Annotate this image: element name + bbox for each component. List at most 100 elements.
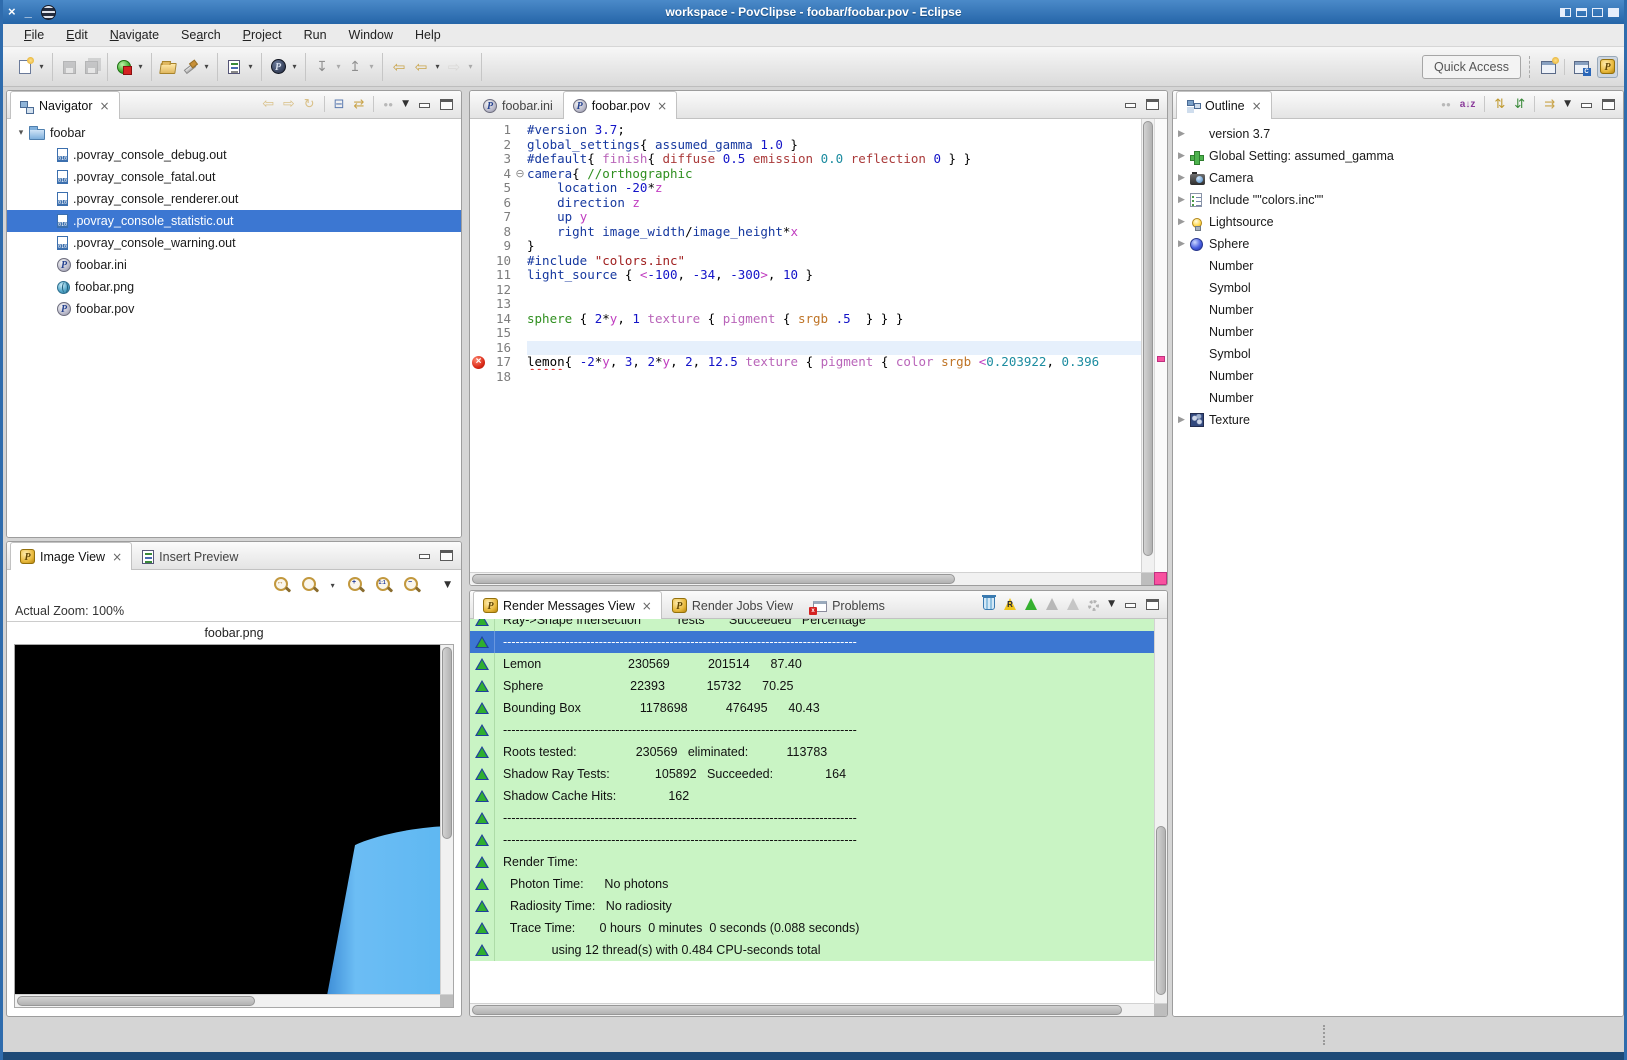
close-tab-icon[interactable]: × [642,599,652,613]
forward-nav-icon[interactable]: ⇨ [283,96,295,112]
minimize-view-icon[interactable] [418,99,431,110]
tab-image-view[interactable]: Image View × [10,542,132,570]
tree-item-.povray-console-debug.out[interactable]: .povray_console_debug.out [7,144,461,166]
tab-render-jobs[interactable]: Render Jobs View [662,592,803,618]
menu-navigate[interactable]: Navigate [101,26,168,44]
minimize-view-icon[interactable] [418,550,431,561]
back-button[interactable]: ⇦ [411,56,431,78]
code-line-11[interactable]: 11light_source { <-100, -34, -300>, 10 } [470,268,1141,283]
outline-item-number[interactable]: Number [1173,365,1623,387]
render-dropdown-icon[interactable]: ▾ [136,62,145,71]
open-file-button[interactable] [158,56,178,78]
open-perspective-button[interactable] [1538,56,1558,78]
code-line-16[interactable]: 16 [470,341,1141,356]
tab-insert-preview[interactable]: Insert Preview [132,543,248,569]
maximize-view-icon[interactable] [1602,99,1615,110]
tab-foobar-ini[interactable]: foobar.ini [473,92,563,118]
link-with-editor-icon[interactable]: ⇄ [354,97,365,112]
minimize-view-icon[interactable] [1580,99,1593,110]
image-horizontal-scrollbar[interactable] [15,994,440,1007]
window-minimize-button[interactable]: _ [25,0,32,24]
code-line-15[interactable]: 15 [470,326,1141,341]
export-button[interactable]: ↥ [345,56,365,78]
outline-item-texture[interactable]: ▶Texture [1173,409,1623,431]
povclipse-dropdown-icon[interactable]: ▾ [290,62,299,71]
menu-window[interactable]: Window [340,26,402,44]
forward-button[interactable]: ⇨ [444,56,464,78]
message-row[interactable]: ----------------------------------------… [470,631,1154,653]
outline-item-number[interactable]: Number [1173,299,1623,321]
outline-item-global-setting-assumed-gamma[interactable]: ▶Global Setting: assumed_gamma [1173,145,1623,167]
menu-project[interactable]: Project [234,26,291,44]
code-line-17[interactable]: 17lemon{ -2*y, 3, 2*y, 2, 12.5 texture {… [470,355,1141,370]
zoom-out-button[interactable]: − [402,576,421,594]
tree-item-foobar.ini[interactable]: foobar.ini [7,254,461,276]
editor-horizontal-scrollbar[interactable] [470,572,1141,585]
menu-search[interactable]: Search [172,26,230,44]
outline-item-number[interactable]: Number [1173,321,1623,343]
expand-arrow-icon[interactable]: ▶ [1173,151,1190,161]
close-tab-icon[interactable]: × [100,99,110,113]
message-row[interactable]: ----------------------------------------… [470,829,1154,851]
message-row[interactable]: Roots tested: 230569 eliminated: 113783 [470,741,1154,763]
outline-item-number[interactable]: Number [1173,255,1623,277]
code-line-4[interactable]: 4⊖camera{ //orthographic [470,167,1141,182]
message-row[interactable]: Radiosity Time: No radiosity [470,895,1154,917]
povclipse-perspective-button[interactable] [1597,56,1618,78]
code-line-14[interactable]: 14sphere { 2*y, 1 texture { pigment { sr… [470,312,1141,327]
message-row[interactable]: Render Time: [470,851,1154,873]
scrollbar-thumb[interactable] [1143,121,1153,556]
close-tab-icon[interactable]: × [657,99,667,113]
import-button[interactable]: ↧ [312,56,332,78]
message-row[interactable]: Shadow Cache Hits: 162 [470,785,1154,807]
export-dropdown-icon[interactable]: ▾ [367,62,376,71]
fold-collapse-icon[interactable]: ⊖ [513,167,527,182]
outline-item-include-colors.inc-[interactable]: ▶Include ""colors.inc"" [1173,189,1623,211]
last-edit-location-button[interactable]: ⇦ [389,56,409,78]
code-line-7[interactable]: 7 up y [470,210,1141,225]
message-row[interactable]: using 12 thread(s) with 0.484 CPU-second… [470,939,1154,961]
shade-icon[interactable] [1576,8,1587,17]
outline-item-camera[interactable]: ▶Camera [1173,167,1623,189]
tab-outline[interactable]: Outline × [1176,91,1272,119]
render-warning-icon[interactable] [1004,598,1016,610]
tree-item-foobar[interactable]: ▾foobar [7,122,461,144]
expand-arrow-icon[interactable]: ▶ [1173,195,1190,205]
zoom-tool-button[interactable] [300,576,319,594]
tree-item-.povray-console-warning.out[interactable]: .povray_console_warning.out [7,232,461,254]
code-line-8[interactable]: 8 right image_width/image_height*x [470,225,1141,240]
error-icon[interactable] [472,356,485,369]
scrollbar-thumb[interactable] [472,574,955,584]
code-line-10[interactable]: 10#include "colors.inc" [470,254,1141,269]
code-line-18[interactable]: 18 [470,370,1141,385]
close-tab-icon[interactable]: × [112,550,122,564]
expander-icon[interactable]: ▾ [13,128,29,138]
outline-item-number[interactable]: Number [1173,387,1623,409]
restore-icon[interactable] [1608,8,1619,17]
expand-arrow-icon[interactable]: ▶ [1173,415,1190,425]
back-dropdown-icon[interactable]: ▾ [433,62,442,71]
new-dropdown-icon[interactable]: ▾ [37,62,46,71]
save-all-button[interactable] [81,56,101,78]
settings-gear-icon[interactable] [1088,600,1099,611]
maximize-view-icon[interactable] [1146,599,1159,610]
preview-dropdown-icon[interactable]: ▾ [246,62,255,71]
message-row[interactable]: Trace Time: 0 hours 0 minutes 0 seconds … [470,917,1154,939]
back-nav-icon[interactable]: ⇦ [262,96,274,112]
render-button[interactable] [114,56,134,78]
sort-icon[interactable]: a↓z [1460,99,1476,110]
tree-item-foobar.pov[interactable]: foobar.pov [7,298,461,320]
code-line-13[interactable]: 13 [470,297,1141,312]
tab-problems[interactable]: Problems [803,592,895,618]
tree-item-foobar.png[interactable]: foobar.png [7,276,461,298]
preview-doc-button[interactable] [224,56,244,78]
view-menu-icon[interactable]: ▼ [402,99,409,109]
view-menu-icon[interactable]: ▼ [444,580,451,590]
outline-item-symbol[interactable]: Symbol [1173,277,1623,299]
zoom-dropdown-icon[interactable]: ▾ [328,581,337,590]
outline-item-lightsource[interactable]: ▶Lightsource [1173,211,1623,233]
maximize-icon[interactable] [1592,8,1603,17]
menu-edit[interactable]: Edit [57,26,97,44]
povclipse-tool-button[interactable] [268,56,288,78]
message-row[interactable]: Photon Time: No photons [470,873,1154,895]
